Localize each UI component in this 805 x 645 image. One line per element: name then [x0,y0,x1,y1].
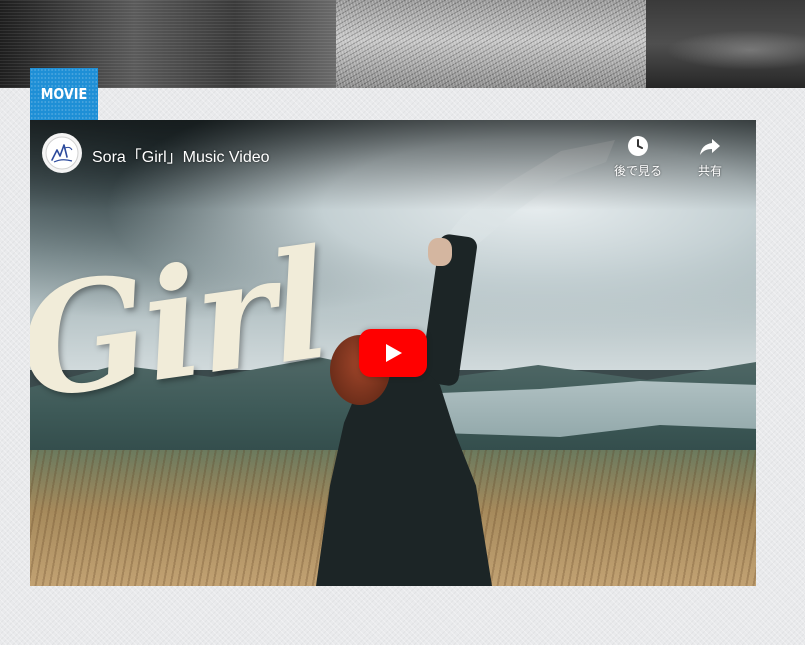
youtube-video-player[interactable]: Girl Sora「Girl」Music Video 後で見る 共有 [30,120,756,586]
banner-middle-segment [336,0,646,88]
channel-logo-icon [45,136,79,170]
share-button[interactable]: 共有 [688,134,732,179]
share-arrow-icon [700,139,720,155]
video-title-link[interactable]: Sora「Girl」Music Video [92,143,270,167]
section-heading-movie: MOVIE [30,68,98,120]
share-label: 共有 [697,164,722,178]
thumbnail-hand [428,238,452,266]
section-heading-text: MOVIE [40,85,88,103]
thumbnail-title-art: Girl [30,216,336,434]
clock-icon [628,136,648,156]
header-banner-image [0,0,805,88]
play-button[interactable] [359,329,427,377]
play-icon [386,344,402,362]
watch-later-label: 後で見る [613,164,662,178]
watch-later-button[interactable]: 後で見る [608,134,668,179]
banner-right-segment [646,0,805,88]
channel-avatar[interactable] [42,133,82,173]
